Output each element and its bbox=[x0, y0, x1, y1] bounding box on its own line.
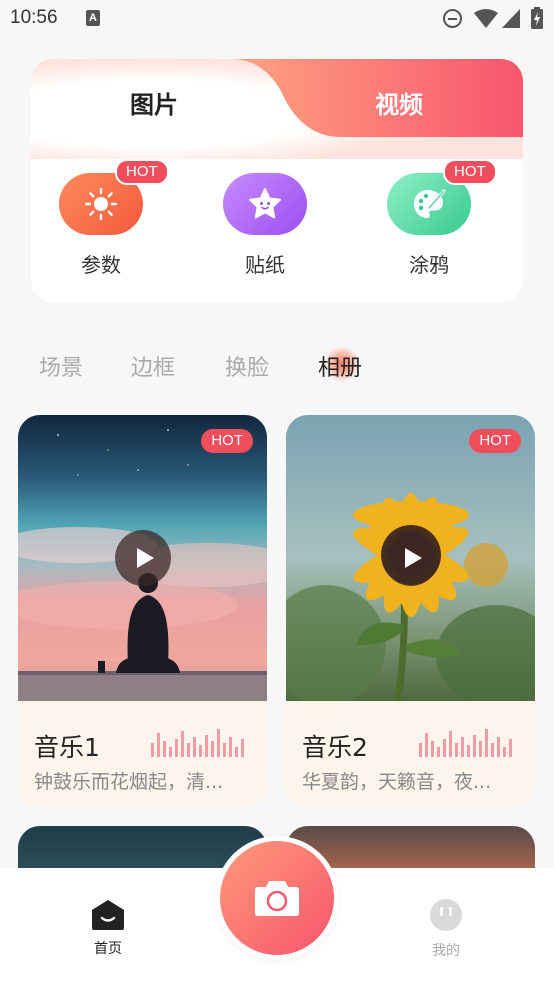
edit-type-card: 图片 视频 HOT 参数 贴纸 HOT 涂鸦 bbox=[31, 59, 523, 302]
star-face-icon bbox=[249, 188, 281, 219]
hot-badge: HOT bbox=[443, 159, 497, 185]
category-album[interactable]: 相册 bbox=[318, 350, 362, 382]
battery-icon bbox=[531, 7, 543, 29]
media-title: 音乐2 bbox=[302, 733, 368, 762]
category-scene[interactable]: 场景 bbox=[39, 350, 83, 382]
media-card-1[interactable]: HOT 音乐1 钟鼓乐而花烟起，清... bbox=[18, 415, 267, 807]
tool-doodle-pill[interactable]: HOT bbox=[387, 159, 497, 235]
status-bar: 10:56 A bbox=[0, 0, 554, 38]
soundwave-icon bbox=[151, 729, 244, 757]
a-letter-icon: A bbox=[86, 10, 100, 26]
tool-doodle-label: 涂鸦 bbox=[409, 253, 449, 277]
status-time: 10:56 bbox=[10, 7, 58, 28]
tool-sticker-label: 贴纸 bbox=[245, 253, 285, 277]
tool-sticker-pill[interactable] bbox=[223, 173, 307, 235]
media-description: 钟鼓乐而花烟起，清... bbox=[34, 771, 224, 793]
tool-params-label: 参数 bbox=[81, 253, 121, 277]
tab-background bbox=[31, 59, 523, 159]
category-faceswap[interactable]: 换脸 bbox=[225, 350, 269, 382]
tool-doodle[interactable]: HOT 涂鸦 bbox=[387, 159, 497, 278]
nav-mine[interactable]: 我的 bbox=[416, 898, 476, 960]
hot-badge: HOT bbox=[201, 429, 253, 453]
wifi-icon bbox=[474, 9, 498, 28]
tab-photo[interactable]: 图片 bbox=[130, 85, 178, 120]
tool-params-pill[interactable]: HOT bbox=[59, 159, 169, 235]
media-title: 音乐1 bbox=[34, 733, 100, 762]
tool-params[interactable]: HOT 参数 bbox=[59, 159, 169, 278]
category-frame[interactable]: 边框 bbox=[131, 350, 175, 382]
play-button[interactable] bbox=[383, 530, 439, 586]
nav-mine-label: 我的 bbox=[432, 943, 460, 959]
media-description: 华夏韵，天籁音，夜... bbox=[302, 771, 492, 793]
media-card-2[interactable]: HOT 音乐2 华夏韵，天籁音，夜... bbox=[286, 415, 535, 807]
hot-badge: HOT bbox=[469, 429, 521, 453]
soundwave-icon bbox=[419, 729, 512, 757]
tab-video[interactable]: 视频 bbox=[375, 85, 423, 120]
sun-icon bbox=[84, 187, 118, 221]
profile-face-icon bbox=[430, 899, 462, 931]
nav-home[interactable]: 首页 bbox=[78, 898, 138, 958]
palette-icon bbox=[414, 189, 446, 218]
camera-button[interactable] bbox=[220, 841, 334, 955]
category-tabs: 场景 边框 换脸 相册 bbox=[0, 350, 554, 386]
play-button[interactable] bbox=[115, 530, 171, 586]
hot-badge: HOT bbox=[115, 159, 169, 185]
tool-sticker[interactable]: 贴纸 bbox=[223, 173, 307, 278]
home-icon bbox=[92, 900, 124, 930]
nav-home-label: 首页 bbox=[94, 941, 122, 957]
signal-icon bbox=[502, 9, 520, 28]
do-not-disturb-icon bbox=[443, 9, 462, 28]
camera-icon bbox=[255, 881, 299, 916]
